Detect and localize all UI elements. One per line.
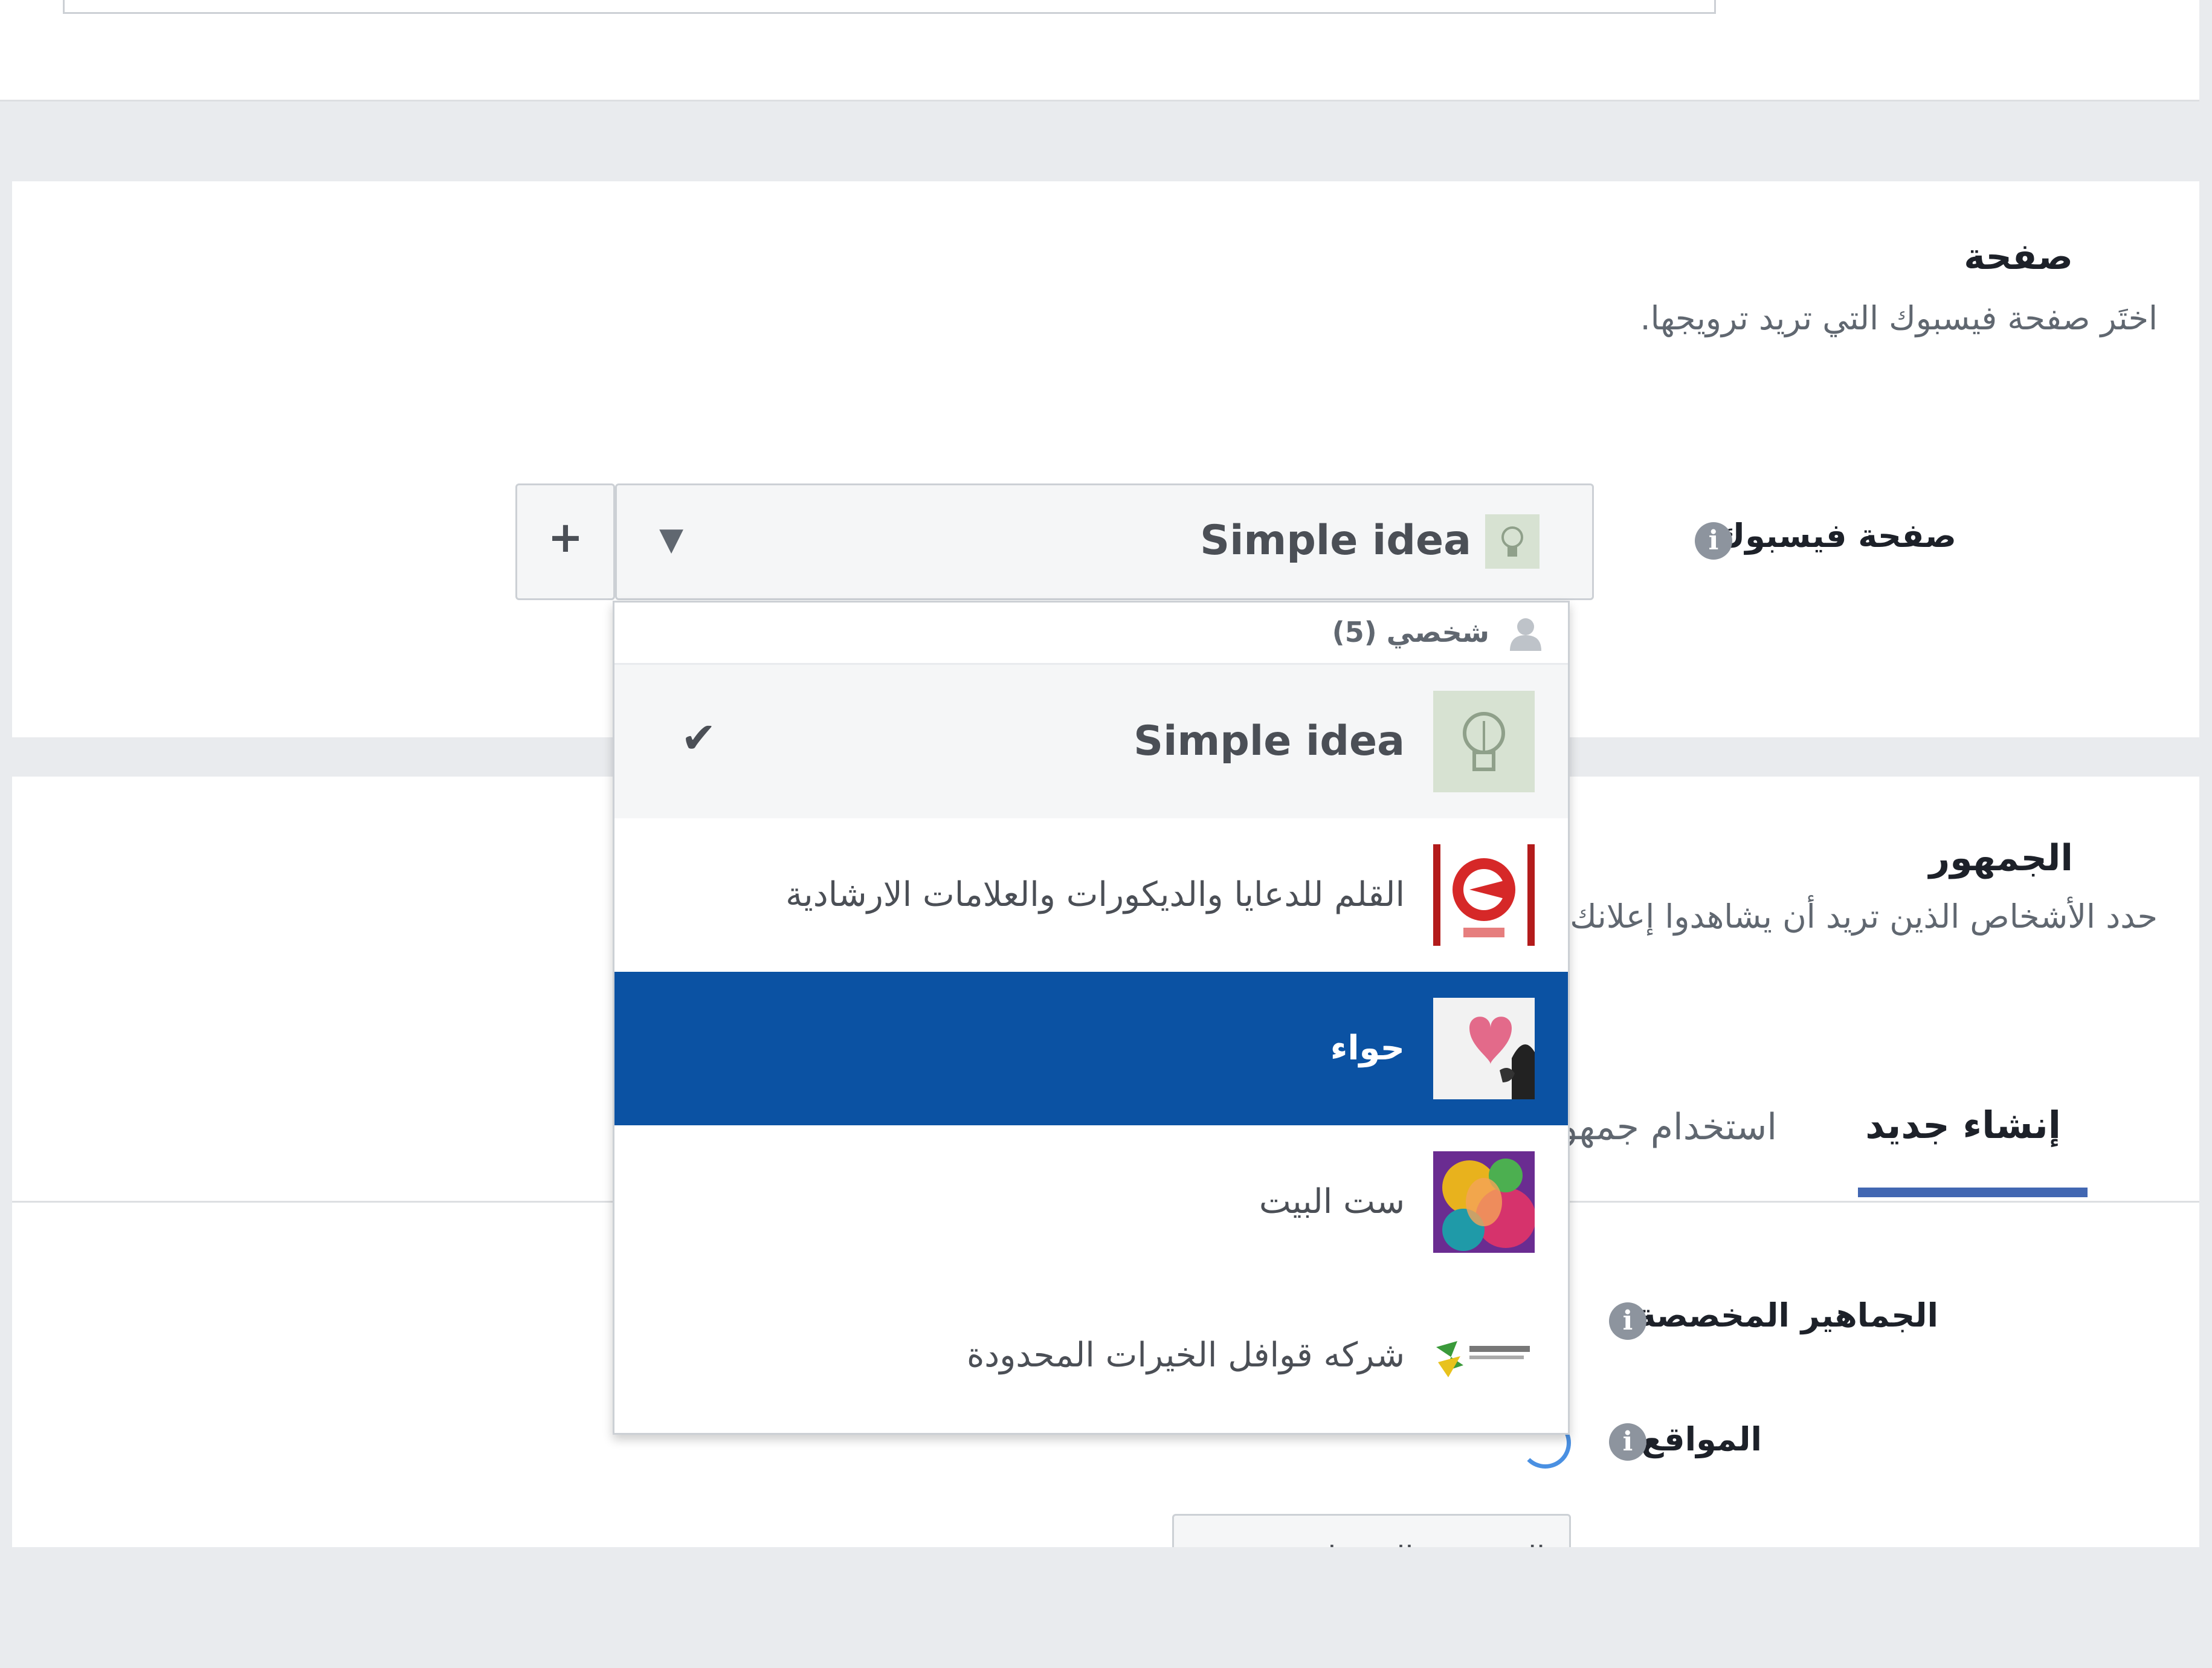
item-label: Simple idea [1133, 717, 1405, 765]
group-label: شخصي (5) [1332, 616, 1489, 648]
page-avatar [1433, 1305, 1535, 1406]
dropdown-item-hawaa[interactable]: حواء [614, 972, 1568, 1125]
bottom-gray-area [0, 1547, 2212, 1668]
plus-icon: + [547, 512, 584, 562]
dropdown-item-sett-albeit[interactable]: ست البيت [614, 1125, 1568, 1279]
page-avatar [1433, 691, 1535, 792]
info-icon[interactable]: i [1695, 522, 1732, 560]
page-section-subtitle: اختَر صفحة فيسبوك التي تريد ترويجها. [1640, 299, 2158, 337]
chevron-down-icon: ▾ [659, 509, 684, 566]
top-card [0, 0, 2199, 102]
item-label: شركه قوافل الخيرات المحدودة [966, 1336, 1405, 1375]
selected-page-avatar [1485, 514, 1540, 569]
page-avatar [1433, 844, 1535, 946]
dropdown-item-alqalam[interactable]: القلم للدعايا والديكورات والعلامات الارش… [614, 818, 1568, 972]
item-label: القلم للدعايا والديكورات والعلامات الارش… [785, 875, 1405, 914]
add-page-button[interactable]: + [515, 483, 615, 600]
dropdown-item-simple-idea[interactable]: Simple idea ✔ [614, 665, 1568, 818]
page-section-title: صفحة [1964, 236, 2073, 278]
page-avatar [1433, 1151, 1536, 1253]
facebook-page-label: صفحة فيسبوك [1715, 517, 1956, 555]
info-icon[interactable]: i [1609, 1302, 1646, 1340]
tab-active-underline [1858, 1188, 2088, 1197]
locations-label: المواقع [1641, 1420, 1762, 1458]
checkmark-icon: ✔ [681, 713, 717, 763]
top-input-edge[interactable] [63, 0, 1716, 14]
item-label: حواء [1330, 1029, 1405, 1068]
item-label: ست البيت [1259, 1182, 1405, 1221]
dropdown-item-qawafel[interactable]: شركه قوافل الخيرات المحدودة [614, 1279, 1568, 1432]
page-avatar [1433, 998, 1535, 1099]
person-icon [1507, 615, 1544, 651]
tab-create-new[interactable]: إنشاء جديد [1865, 1103, 2061, 1147]
info-icon[interactable]: i [1609, 1423, 1646, 1461]
audience-section-title: الجمهور [1929, 837, 2073, 879]
page-selector-dropdown[interactable]: ▾ Simple idea [615, 483, 1594, 600]
dropdown-group-header: شخصي (5) [614, 603, 1568, 665]
selected-page-name: Simple idea [1200, 517, 1471, 564]
audience-section-subtitle: حدد الأشخاص الذين تريد أن يشاهدوا إعلانك [1570, 897, 2158, 936]
custom-audiences-label: الجماهير المخصصة [1636, 1296, 1938, 1334]
